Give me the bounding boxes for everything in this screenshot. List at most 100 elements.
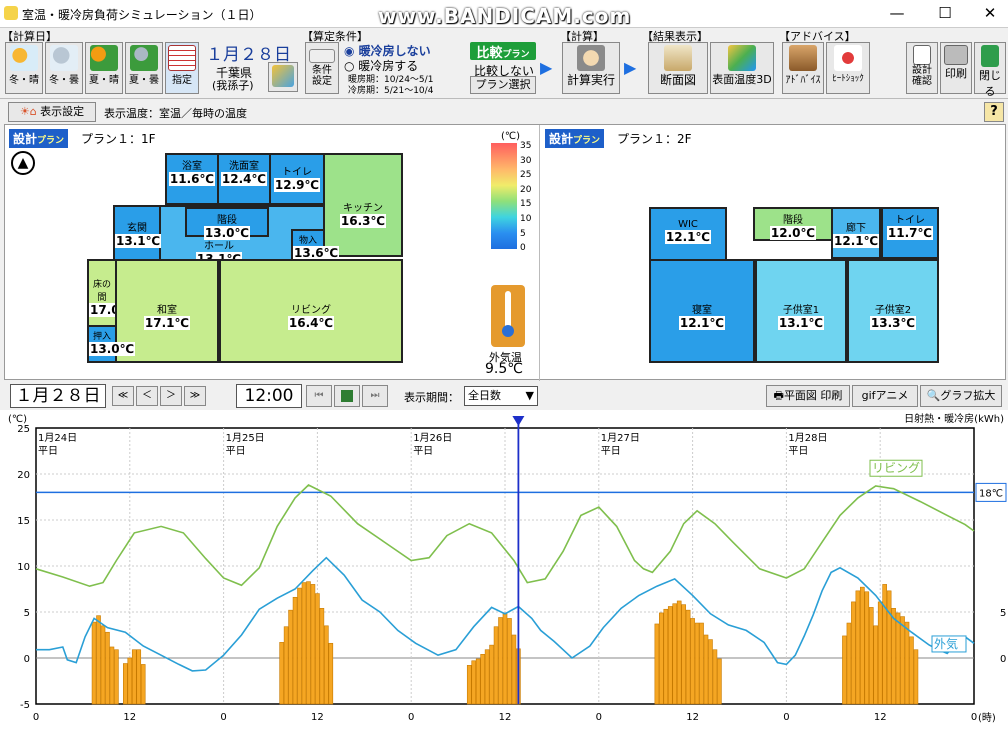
house-3d-icon — [728, 45, 756, 71]
solar-bar — [873, 625, 879, 705]
house-icon: ☀⌂ — [19, 105, 37, 118]
solar-bar — [136, 649, 142, 705]
reference-label: 18℃ — [979, 488, 1003, 499]
day-button-winter-cloudy[interactable]: 冬・曇 — [45, 42, 83, 94]
room-wic: WIC 12.1℃ — [649, 207, 727, 261]
house-section-icon — [664, 45, 692, 71]
calculator-person-icon — [577, 45, 605, 71]
graph-zoom-button[interactable]: 🔍グラフ拡大 — [920, 385, 1002, 407]
period-select[interactable]: 全日数 ▼ — [464, 386, 538, 406]
compare-badge[interactable]: 比較プラン — [470, 42, 536, 61]
room-toilet-1f: トイレ 12.9℃ — [269, 153, 325, 205]
solar-bar — [694, 622, 700, 705]
room-closet: 押入 13.0℃ — [87, 325, 136, 363]
maximize-button[interactable]: ☐ — [930, 4, 960, 24]
day-button-winter-sunny[interactable]: 冬・晴 — [5, 42, 43, 94]
arrow-right-icon: ▶ — [540, 58, 553, 77]
heatshock-button[interactable]: ﾋｰﾄｼｮｯｸ — [826, 42, 870, 94]
last-day-button[interactable]: ≫ — [184, 386, 206, 406]
thermometer-heart-icon — [834, 45, 862, 71]
solar-bar — [882, 584, 887, 705]
chevron-down-icon: ▼ — [525, 389, 534, 402]
x-tick-label: 0 — [220, 712, 226, 723]
solar-bar — [851, 601, 856, 705]
first-day-button[interactable]: ≪ — [112, 386, 134, 406]
solar-bar — [672, 603, 678, 705]
day-date-label: 1月24日 — [38, 432, 77, 444]
solar-bar — [690, 618, 695, 705]
room-stairs-1f: 階段 13.0℃ — [185, 207, 269, 240]
toolbar: 【計算日】 冬・晴 冬・曇 夏・晴 夏・曇 指定 １月２８日 千葉県 (我孫子)… — [0, 28, 1008, 98]
solar-bar — [123, 663, 128, 705]
plan1-label: プラン１：1F — [81, 132, 156, 146]
room-corridor: 廊下 12.1℃ — [831, 207, 881, 259]
stop-icon — [341, 390, 353, 402]
display-settings-button[interactable]: ☀⌂ 表示設定 — [8, 102, 96, 122]
plan-select-button[interactable]: プラン選択 — [470, 76, 536, 94]
room-kids1: 子供室1 13.1℃ — [755, 259, 847, 363]
section-view-button[interactable]: 断面図 — [648, 42, 708, 94]
step-back-button[interactable]: ⏮ — [306, 385, 332, 407]
plan-print-button[interactable]: 🖶平面図 印刷 — [766, 385, 850, 407]
solar-bar — [498, 617, 503, 705]
day-date-label: 1月27日 — [601, 432, 640, 444]
room-bath: 浴室 11.6℃ — [165, 153, 219, 205]
day-button-custom[interactable]: 指定 — [165, 42, 199, 94]
solar-bar — [886, 590, 892, 705]
solar-bar — [909, 636, 914, 705]
calendar-icon — [168, 45, 196, 71]
printer-icon: 🖶 — [773, 389, 784, 402]
y-tick-label: -5 — [20, 700, 30, 711]
printer-icon — [944, 45, 968, 65]
room-storage: 物入 13.6℃ — [291, 229, 340, 263]
solar-bar — [676, 600, 682, 705]
next-day-button[interactable]: ＞ — [160, 386, 182, 406]
prev-day-button[interactable]: ＜ — [136, 386, 158, 406]
day-type-label: 平日 — [226, 446, 246, 457]
conditions-settings-button[interactable]: 条件設定 — [305, 42, 339, 94]
minimize-button[interactable]: — — [882, 4, 912, 24]
surface-temp-3d-button[interactable]: 表面温度3D — [710, 42, 774, 94]
solar-bar — [324, 625, 329, 705]
play-button[interactable]: ⏭ — [362, 385, 388, 407]
magnifier-icon: 🔍 — [926, 389, 941, 402]
close-button[interactable]: 閉じる — [974, 42, 1006, 98]
y2-tick-label: 5 — [1000, 608, 1006, 619]
room-washroom: 洗面室 12.4℃ — [217, 153, 271, 205]
solar-bar — [114, 649, 119, 705]
solar-bar — [279, 642, 284, 705]
advice-button[interactable]: ｱﾄﾞﾊﾞｲｽ — [782, 42, 824, 94]
solar-bar — [703, 634, 709, 705]
solar-bar — [484, 649, 490, 705]
location-map-button[interactable] — [268, 62, 298, 92]
floor-plan-pane: 設計プラン プラン１：1F ▲ 浴室 11.6℃ 洗面室 12.4℃ トイレ 12.9… — [4, 124, 1006, 381]
x-tick-label: 0 — [596, 712, 602, 723]
solar-bar — [681, 604, 686, 705]
day-button-summer-sunny[interactable]: 夏・晴 — [85, 42, 123, 94]
room-tokonoma: 床の間 17.0℃ — [87, 259, 136, 329]
solar-bar — [489, 644, 494, 705]
help-button[interactable]: ? — [984, 102, 1004, 122]
close-window-button[interactable]: ✕ — [975, 4, 1005, 24]
thermometer-icon — [491, 285, 525, 347]
map-icon — [272, 65, 294, 87]
x-axis-unit: (時) — [978, 712, 996, 724]
location-city: (我孫子) — [212, 79, 254, 92]
stop-button[interactable] — [334, 385, 360, 407]
series-label: リビング — [872, 461, 920, 475]
solar-bar — [466, 665, 472, 705]
day-button-summer-cloudy[interactable]: 夏・曇 — [125, 42, 163, 94]
solar-bar — [855, 590, 861, 705]
room-toilet-2f: トイレ 11.7℃ — [881, 207, 939, 259]
run-calc-button[interactable]: 計算実行 — [562, 42, 620, 94]
solar-bar — [511, 634, 517, 705]
solar-bar — [502, 613, 508, 705]
playback-time: 12:00 — [236, 384, 302, 408]
gif-anime-button[interactable]: gifアニメ — [852, 385, 918, 407]
temperature-chart: (℃) 日射熱・暖冷房(kWh) (時) -50510152025050 12 0 1… — [8, 412, 1007, 724]
print-button[interactable]: 印刷 — [940, 42, 972, 94]
outdoor-temp: 9.5℃ — [485, 361, 523, 377]
design-confirm-button[interactable]: 設計確認 — [906, 42, 938, 94]
solar-bar — [301, 582, 307, 705]
playback-bar: １月２８日 ≪ ＜ ＞ ≫ 12:00 ⏮ ⏭ 表示期間： 全日数 ▼ 🖶平面図… — [0, 382, 1008, 410]
